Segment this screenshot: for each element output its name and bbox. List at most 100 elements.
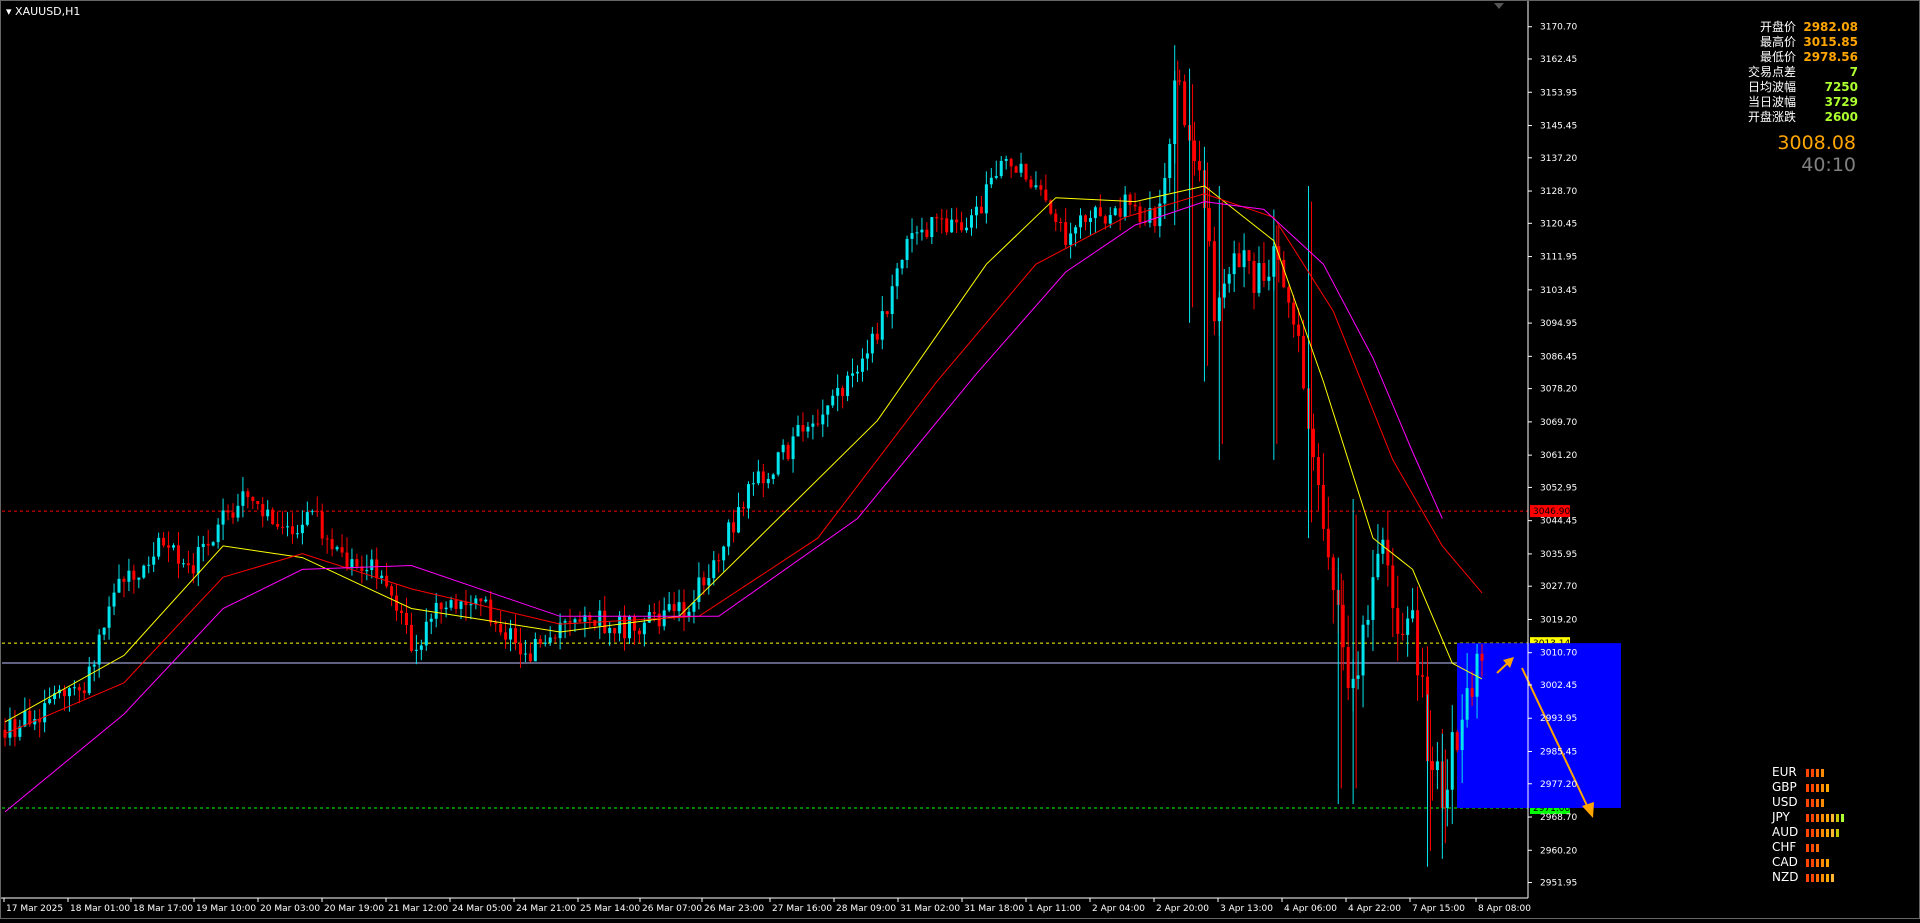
info-row: 最高价 3015.85 <box>1748 35 1858 50</box>
price-tick-label: 2977.20 <box>1540 780 1577 790</box>
bear-candle <box>652 612 656 614</box>
price-tick-label: 2960.20 <box>1540 846 1577 856</box>
bear-candle <box>1153 207 1157 227</box>
bear-candle <box>281 526 285 528</box>
bull-candle <box>905 238 909 260</box>
bear-candle <box>761 471 765 484</box>
price-tick-label: 3052.95 <box>1540 483 1577 493</box>
bear-candle <box>1316 457 1320 485</box>
bull-candle <box>1227 274 1231 284</box>
price-tick-label: 3086.45 <box>1540 352 1577 362</box>
bull-candle <box>236 505 240 518</box>
bear-candle <box>1183 81 1187 126</box>
bear-candle <box>330 539 334 550</box>
strength-bar <box>1816 843 1819 852</box>
strength-bar <box>1831 873 1834 882</box>
price-chart[interactable]: 3046.903013.143008.082971.00 3170.703162… <box>0 0 1920 919</box>
bull-candle <box>895 268 899 287</box>
bull-candle <box>1069 233 1073 245</box>
bull-candle <box>1465 688 1469 720</box>
bear-candle <box>246 491 250 498</box>
info-label: 开盘价 <box>1759 20 1796 34</box>
bear-candle <box>1024 163 1028 180</box>
bull-candle <box>1406 618 1410 635</box>
bull-candle <box>766 479 770 484</box>
strength-bar <box>1811 828 1814 837</box>
bear-candle <box>593 620 597 626</box>
time-tick-label: 20 Mar 03:00 <box>260 904 320 914</box>
bear-candle <box>742 507 745 509</box>
info-value: 3729 <box>1824 95 1858 109</box>
price-tick-label: 2968.70 <box>1540 813 1577 823</box>
currency-row: AUD <box>1772 825 1846 840</box>
bull-candle <box>87 666 91 694</box>
bull-candle <box>890 286 894 315</box>
bull-candle <box>1093 207 1097 219</box>
info-row: 开盘价 2982.08 <box>1748 20 1858 35</box>
price-tick-label: 3010.70 <box>1540 649 1577 659</box>
bear-candle <box>1029 179 1033 188</box>
info-value: 7 <box>1849 65 1858 79</box>
strength-bar <box>1811 873 1814 882</box>
bull-candle <box>1004 158 1008 161</box>
bull-candle <box>370 559 374 571</box>
symbol-label: XAUUSD,H1 <box>15 5 81 18</box>
info-row: 当日波幅 3729 <box>1748 95 1858 110</box>
bear-candle <box>355 559 359 567</box>
bull-candle <box>855 371 859 374</box>
bear-candle <box>801 425 805 432</box>
bear-candle <box>732 522 736 533</box>
bull-candle <box>860 358 864 372</box>
bull-candle <box>241 491 245 506</box>
bull-candle <box>707 578 711 586</box>
bull-candle <box>102 627 106 635</box>
currency-row: JPY <box>1772 810 1846 825</box>
bear-candle <box>1430 761 1434 771</box>
price-tick-label: 3061.20 <box>1540 451 1577 461</box>
bull-candle <box>484 599 488 602</box>
bull-candle <box>127 570 131 582</box>
bull-candle <box>67 688 71 697</box>
bear-candle <box>940 218 944 220</box>
strength-bar <box>1836 813 1839 822</box>
strength-bar <box>1811 843 1814 852</box>
bull-candle <box>915 232 919 234</box>
bear-candle <box>682 602 686 617</box>
bull-candle <box>722 546 726 561</box>
bear-candle <box>122 578 126 582</box>
bull-candle <box>1411 610 1415 619</box>
bear-candle <box>439 602 443 610</box>
bear-candle <box>1039 185 1043 190</box>
chart-window[interactable]: 3046.903013.143008.082971.00 3170.703162… <box>0 0 1920 919</box>
bear-candle <box>1421 675 1425 677</box>
bull-candle <box>965 227 969 231</box>
bear-candle <box>1059 221 1063 223</box>
bear-candle <box>553 637 557 639</box>
bear-candle <box>1252 260 1256 293</box>
bull-candle <box>300 524 304 534</box>
bear-candle <box>1118 208 1122 217</box>
bear-candle <box>1178 80 1182 82</box>
chart-shift-marker[interactable] <box>1494 3 1504 9</box>
bear-candle <box>1297 324 1301 336</box>
strength-bar <box>1816 873 1819 882</box>
bull-candle <box>756 471 760 484</box>
bear-candle <box>1262 263 1266 281</box>
time-tick-label: 20 Mar 19:00 <box>324 904 384 914</box>
bull-candle <box>211 542 215 546</box>
dropdown-icon[interactable]: ▾ <box>6 5 12 18</box>
bear-candle <box>191 565 195 574</box>
price-tick-label: 3137.20 <box>1540 154 1577 164</box>
bull-candle <box>474 598 478 605</box>
strength-bar <box>1806 798 1809 807</box>
time-tick-label: 31 Mar 02:00 <box>900 904 960 914</box>
bull-candle <box>1366 619 1370 625</box>
bull-candle <box>950 219 954 233</box>
bear-candle <box>925 229 929 238</box>
bear-candle <box>841 387 845 396</box>
bear-candle <box>1326 528 1330 558</box>
bull-candle <box>647 612 651 623</box>
bull-candle <box>974 206 978 216</box>
bear-candle <box>1207 208 1211 242</box>
bear-candle <box>1455 732 1459 751</box>
